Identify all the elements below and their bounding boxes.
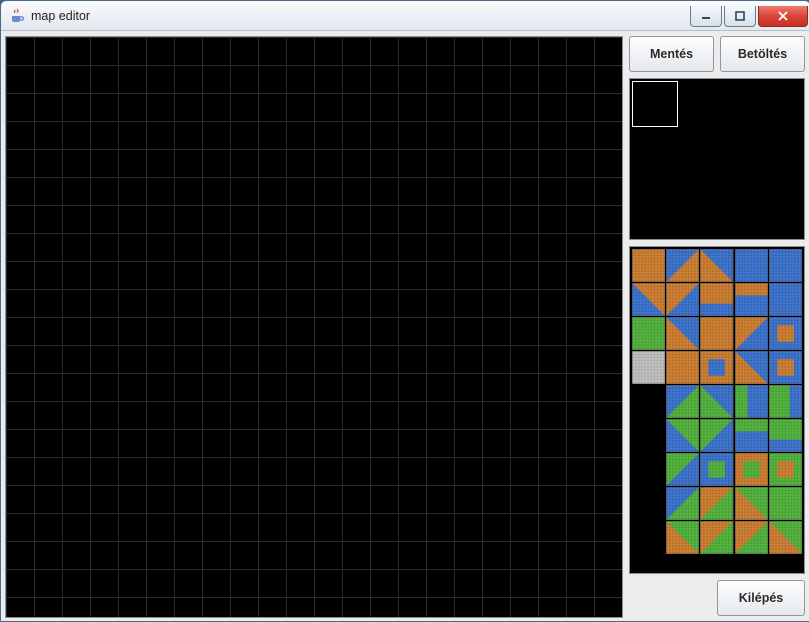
palette-tile[interactable] [632, 317, 665, 350]
palette-tile[interactable] [769, 419, 802, 452]
titlebar[interactable]: map editor [1, 1, 809, 31]
palette-tile[interactable] [666, 317, 699, 350]
tile-palette [629, 246, 805, 574]
palette-tile[interactable] [735, 317, 768, 350]
close-button[interactable] [758, 6, 808, 27]
palette-tile[interactable] [769, 385, 802, 418]
palette-tile[interactable] [700, 249, 733, 282]
palette-tile[interactable] [735, 487, 768, 520]
palette-tile[interactable] [700, 317, 733, 350]
exit-button[interactable]: Kilépés [717, 580, 805, 616]
java-icon [9, 8, 25, 24]
palette-tile[interactable] [666, 419, 699, 452]
load-button[interactable]: Betöltés [720, 36, 805, 72]
palette-tile[interactable] [700, 453, 733, 486]
palette-tile[interactable] [700, 487, 733, 520]
palette-tile[interactable] [666, 351, 699, 384]
palette-tile[interactable] [666, 283, 699, 316]
side-panel: Mentés Betöltés [629, 36, 805, 618]
palette-tile[interactable] [666, 453, 699, 486]
palette-tile[interactable] [735, 453, 768, 486]
minimize-icon [701, 11, 711, 21]
palette-tile[interactable] [700, 419, 733, 452]
close-icon [777, 11, 789, 21]
palette-tile[interactable] [632, 283, 665, 316]
palette-tile[interactable] [735, 521, 768, 554]
palette-tile [632, 487, 665, 520]
palette-tile[interactable] [700, 521, 733, 554]
palette-tile[interactable] [735, 283, 768, 316]
map-canvas[interactable] [5, 36, 623, 618]
palette-tile [632, 385, 665, 418]
palette-tile[interactable] [666, 487, 699, 520]
window-title: map editor [31, 9, 90, 23]
save-button[interactable]: Mentés [629, 36, 714, 72]
client-area: Mentés Betöltés [1, 31, 809, 621]
palette-tile[interactable] [666, 249, 699, 282]
top-button-row: Mentés Betöltés [629, 36, 805, 72]
palette-tile[interactable] [666, 521, 699, 554]
bottom-button-row: Kilépés [629, 580, 805, 618]
minimize-button[interactable] [690, 6, 722, 27]
palette-tile[interactable] [769, 487, 802, 520]
window-controls [688, 6, 808, 26]
palette-tile [632, 419, 665, 452]
palette-tile[interactable] [769, 283, 802, 316]
palette-tile[interactable] [735, 419, 768, 452]
palette-tile[interactable] [666, 385, 699, 418]
palette-tile[interactable] [700, 283, 733, 316]
palette-tile[interactable] [769, 453, 802, 486]
palette-tile[interactable] [735, 385, 768, 418]
preview-selection [632, 81, 678, 127]
palette-tile[interactable] [735, 351, 768, 384]
palette-tile[interactable] [769, 351, 802, 384]
palette-tile[interactable] [632, 249, 665, 282]
palette-tile[interactable] [700, 351, 733, 384]
palette-tile [632, 453, 665, 486]
palette-tile[interactable] [632, 351, 665, 384]
palette-tile[interactable] [700, 385, 733, 418]
palette-tile[interactable] [769, 317, 802, 350]
app-window: map editor Mentés Betöltés [0, 0, 809, 622]
palette-tile[interactable] [769, 249, 802, 282]
palette-tile [632, 521, 665, 554]
maximize-button[interactable] [724, 6, 756, 27]
tile-preview [629, 78, 805, 240]
palette-tile[interactable] [769, 521, 802, 554]
maximize-icon [735, 11, 745, 21]
palette-tile[interactable] [735, 249, 768, 282]
